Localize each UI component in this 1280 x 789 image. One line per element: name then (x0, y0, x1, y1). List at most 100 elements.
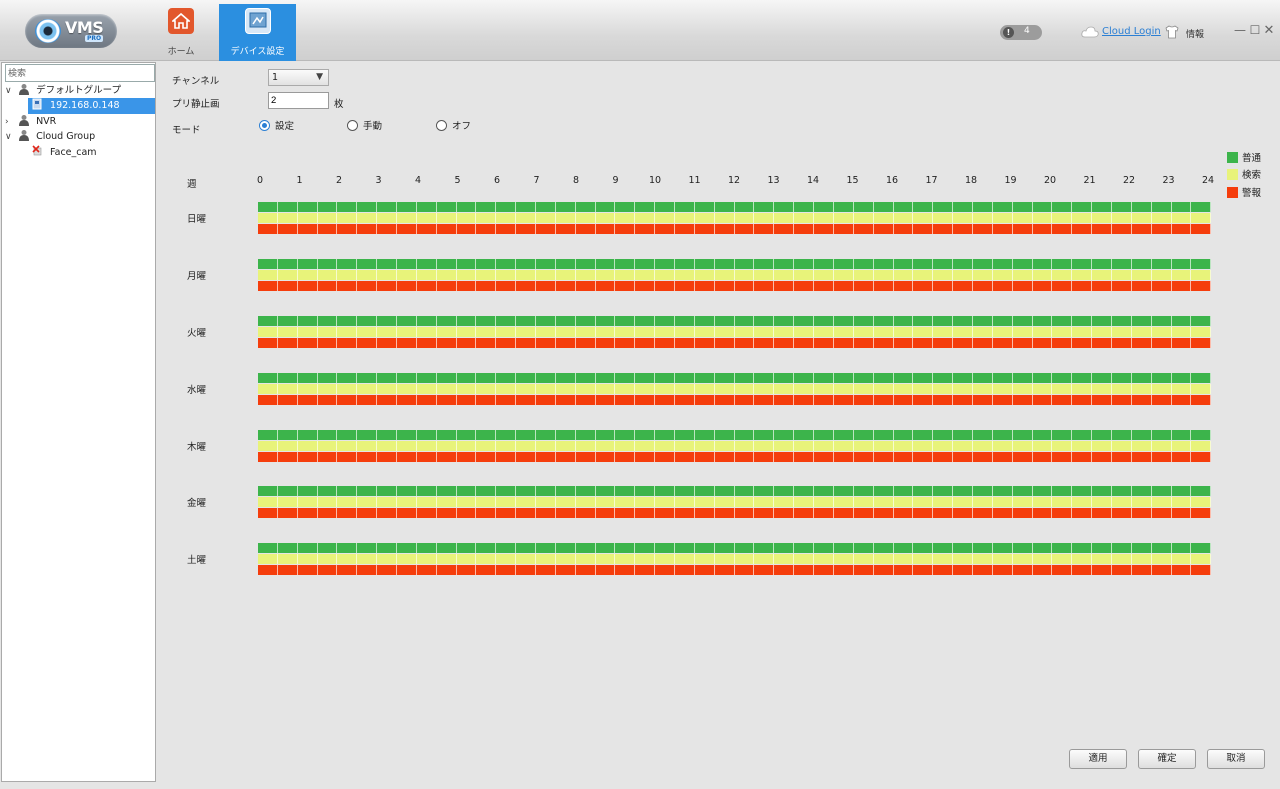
schedule-cell[interactable] (992, 486, 1013, 496)
schedule-cell[interactable] (953, 202, 973, 212)
schedule-cell[interactable] (536, 259, 556, 269)
schedule-cell[interactable] (1111, 327, 1132, 337)
schedule-cell[interactable] (734, 270, 755, 280)
schedule-cell[interactable] (833, 281, 854, 291)
schedule-cell[interactable] (536, 441, 556, 451)
schedule-cell[interactable] (1092, 395, 1112, 405)
schedule-cell[interactable] (714, 430, 735, 440)
schedule-cell[interactable] (694, 508, 715, 518)
schedule-cell[interactable] (972, 441, 993, 451)
schedule-cell[interactable] (794, 452, 815, 462)
schedule-cell[interactable] (595, 327, 616, 337)
schedule-cell[interactable] (476, 565, 497, 575)
schedule-cell[interactable] (297, 430, 318, 440)
schedule-cell[interactable] (1191, 338, 1212, 348)
schedule-cell[interactable] (933, 259, 954, 269)
schedule-cell[interactable] (814, 486, 834, 496)
schedule-cell[interactable] (774, 224, 795, 234)
schedule-cell[interactable] (853, 486, 874, 496)
schedule-cell[interactable] (1092, 452, 1112, 462)
schedule-cell[interactable] (655, 224, 676, 234)
schedule-cell[interactable] (496, 441, 517, 451)
schedule-cell[interactable] (893, 554, 914, 564)
schedule-cell[interactable] (794, 508, 815, 518)
schedule-cell[interactable] (595, 395, 616, 405)
schedule-cell[interactable] (436, 213, 457, 223)
schedule-cell[interactable] (337, 224, 358, 234)
schedule-cell[interactable] (476, 270, 497, 280)
schedule-cell[interactable] (833, 486, 854, 496)
schedule-cell[interactable] (456, 452, 477, 462)
schedule-cell[interactable] (1052, 508, 1073, 518)
schedule-cell[interactable] (595, 259, 616, 269)
schedule-cell[interactable] (833, 497, 854, 507)
schedule-cell[interactable] (1171, 543, 1192, 553)
schedule-strip-detect[interactable] (258, 327, 1212, 337)
schedule-cell[interactable] (555, 316, 576, 326)
schedule-cell[interactable] (277, 213, 298, 223)
radio-icon[interactable] (347, 120, 358, 131)
schedule-cell[interactable] (1012, 554, 1033, 564)
schedule-cell[interactable] (1072, 270, 1093, 280)
schedule-cell[interactable] (595, 384, 616, 394)
schedule-cell[interactable] (714, 338, 735, 348)
schedule-cell[interactable] (615, 281, 636, 291)
schedule-cell[interactable] (675, 430, 695, 440)
schedule-cell[interactable] (1052, 259, 1073, 269)
schedule-strip-alarm[interactable] (258, 452, 1212, 462)
schedule-cell[interactable] (992, 259, 1013, 269)
schedule-cell[interactable] (1092, 486, 1112, 496)
schedule-cell[interactable] (754, 202, 775, 212)
schedule-cell[interactable] (992, 213, 1013, 223)
schedule-cell[interactable] (377, 486, 398, 496)
schedule-cell[interactable] (635, 327, 656, 337)
schedule-cell[interactable] (397, 202, 417, 212)
schedule-cell[interactable] (655, 497, 676, 507)
schedule-cell[interactable] (635, 373, 656, 383)
schedule-cell[interactable] (615, 259, 636, 269)
schedule-cell[interactable] (496, 270, 517, 280)
schedule-cell[interactable] (1111, 338, 1132, 348)
schedule-cell[interactable] (575, 338, 596, 348)
schedule-cell[interactable] (774, 327, 795, 337)
schedule-cell[interactable] (615, 452, 636, 462)
schedule-cell[interactable] (992, 384, 1013, 394)
schedule-cell[interactable] (317, 202, 338, 212)
schedule-cell[interactable] (516, 554, 537, 564)
schedule-cell[interactable] (337, 327, 358, 337)
schedule-cell[interactable] (774, 213, 795, 223)
schedule-cell[interactable] (277, 452, 298, 462)
schedule-cell[interactable] (913, 384, 934, 394)
schedule-cell[interactable] (536, 543, 556, 553)
schedule-cell[interactable] (575, 565, 596, 575)
schedule-cell[interactable] (258, 259, 278, 269)
schedule-cell[interactable] (258, 213, 278, 223)
schedule-cell[interactable] (317, 452, 338, 462)
schedule-cell[interactable] (615, 202, 636, 212)
schedule-cell[interactable] (754, 224, 775, 234)
schedule-cell[interactable] (1032, 430, 1053, 440)
schedule-cell[interactable] (436, 281, 457, 291)
minimize-icon[interactable]: — (1234, 23, 1246, 37)
collapse-arrow-icon[interactable]: › (5, 114, 15, 130)
schedule-cell[interactable] (1072, 486, 1093, 496)
schedule-cell[interactable] (516, 497, 537, 507)
schedule-cell[interactable] (1032, 202, 1053, 212)
schedule-cell[interactable] (297, 543, 318, 553)
schedule-cell[interactable] (1032, 497, 1053, 507)
schedule-cell[interactable] (953, 441, 973, 451)
schedule-cell[interactable] (814, 452, 834, 462)
schedule-cell[interactable] (655, 554, 676, 564)
schedule-cell[interactable] (833, 259, 854, 269)
schedule-cell[interactable] (555, 486, 576, 496)
schedule-cell[interactable] (456, 224, 477, 234)
schedule-cell[interactable] (1111, 565, 1132, 575)
schedule-cell[interactable] (416, 259, 437, 269)
schedule-cell[interactable] (1032, 270, 1053, 280)
schedule-cell[interactable] (555, 554, 576, 564)
schedule-cell[interactable] (297, 316, 318, 326)
schedule-cell[interactable] (992, 395, 1013, 405)
schedule-cell[interactable] (575, 395, 596, 405)
schedule-cell[interactable] (774, 316, 795, 326)
schedule-cell[interactable] (555, 338, 576, 348)
